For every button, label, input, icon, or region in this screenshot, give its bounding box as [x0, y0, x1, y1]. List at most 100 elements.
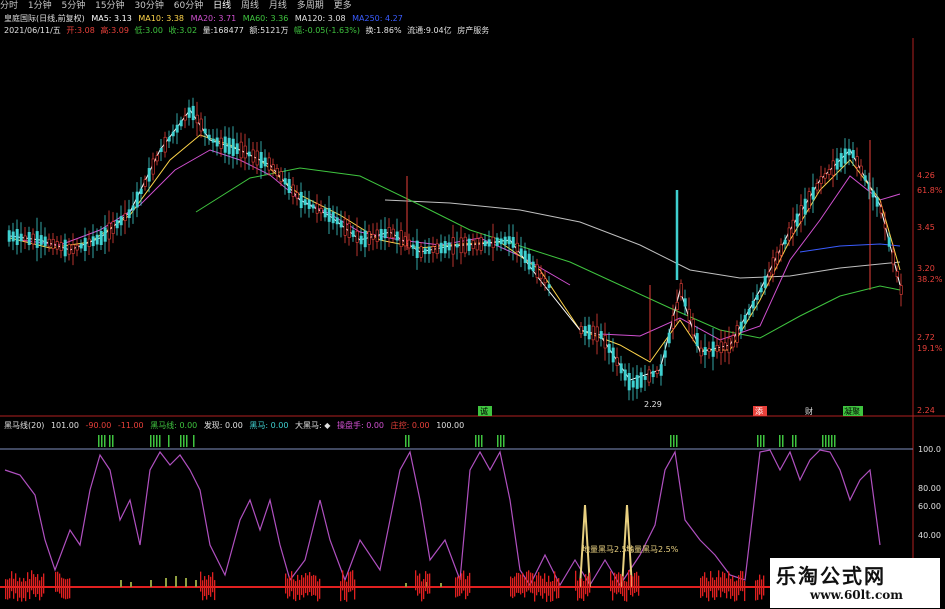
candle-body: [587, 324, 591, 340]
candle-body: [707, 348, 711, 352]
green-tick: [670, 435, 672, 447]
red-bar: [638, 575, 640, 596]
chart-canvas[interactable]: 4.26 61.8% 3.45 3.20 38.2% 2.72 19.1% 2.…: [0, 0, 945, 609]
candle-body: [467, 238, 471, 251]
green-tick: [834, 435, 836, 447]
red-bar: [214, 580, 216, 601]
candle-body: [123, 213, 127, 221]
indicator-axis-label: 40.00: [918, 531, 941, 540]
green-tick: [763, 435, 765, 447]
candle-body: [795, 213, 799, 227]
indicator-value: 庄控: 0.00: [390, 421, 430, 430]
green-tick: [782, 435, 784, 447]
candle-body: [19, 233, 23, 242]
candle-body: [459, 237, 463, 254]
candle-body: [831, 160, 835, 176]
candle-body: [843, 148, 847, 164]
candle-body: [103, 227, 107, 242]
candle-body: [371, 234, 375, 240]
candle-body: [15, 229, 19, 245]
candle-body: [411, 244, 415, 249]
candle-body: [431, 246, 435, 253]
candle-body: [779, 244, 783, 256]
candle-body: [879, 206, 883, 214]
candle-body: [619, 363, 623, 374]
red-bar: [632, 576, 634, 597]
candle-body: [627, 373, 631, 391]
red-bar: [37, 574, 39, 595]
candle-body: [355, 230, 359, 243]
red-bar: [734, 581, 736, 602]
candle-body: [367, 231, 371, 245]
red-bar: [520, 574, 522, 595]
candle-body: [751, 300, 755, 309]
price-axis-label: 4.26: [917, 171, 935, 180]
candle-body: [435, 243, 439, 255]
red-bar: [63, 578, 65, 599]
red-bar: [469, 572, 471, 593]
price-axis-label: 38.2%: [917, 275, 943, 284]
candle-body: [511, 236, 515, 248]
red-bar: [305, 573, 307, 594]
watermark-logo: 乐淘公式网 www.60lt.com: [770, 558, 940, 608]
candle-body: [807, 191, 811, 209]
red-bar: [732, 575, 734, 596]
red-bar: [21, 581, 23, 602]
candle-body: [159, 148, 163, 152]
red-bar: [546, 581, 548, 602]
red-bar: [730, 578, 732, 599]
red-bar: [528, 570, 530, 591]
candle-body: [395, 231, 399, 241]
candle-body: [515, 242, 519, 252]
candle-body: [659, 364, 663, 376]
candle-body: [447, 242, 451, 251]
indicator-value: -11.00: [117, 421, 144, 430]
candle-body: [251, 149, 255, 163]
candle-body: [167, 137, 171, 142]
green-tick: [183, 435, 185, 447]
red-bar: [342, 570, 344, 591]
candle-body: [307, 199, 311, 209]
red-bar: [757, 579, 759, 600]
candle-body: [199, 118, 203, 132]
candle-body: [259, 152, 263, 168]
candle-body: [423, 248, 427, 255]
candle-body: [839, 153, 843, 167]
red-bar: [626, 581, 628, 602]
candle-body: [803, 198, 807, 215]
red-bar: [761, 579, 763, 600]
candle-body: [491, 236, 495, 248]
red-bar: [348, 572, 350, 593]
price-axis-label: 61.8%: [917, 186, 943, 195]
red-bar: [35, 576, 37, 597]
indicator-title[interactable]: 黑马线(20): [4, 421, 44, 430]
red-bar: [554, 571, 556, 592]
watermark-url: www.60lt.com: [810, 588, 903, 602]
candle-body: [195, 114, 199, 124]
red-bar: [583, 580, 585, 601]
candle-body: [79, 243, 83, 249]
red-bar: [516, 572, 518, 593]
candle-body: [671, 315, 675, 329]
red-bar: [720, 577, 722, 598]
red-bar: [575, 570, 577, 591]
candle-body: [231, 138, 235, 156]
candle-body: [543, 278, 547, 284]
candle-body: [363, 230, 367, 248]
red-bar: [31, 570, 33, 591]
candle-body: [823, 173, 827, 179]
candle-body: [519, 248, 523, 256]
green-tick: [478, 435, 480, 447]
green-tick: [828, 435, 830, 447]
red-bar: [419, 573, 421, 594]
red-bar: [610, 571, 612, 592]
candle-body: [759, 287, 763, 293]
indicator-value: 黑马: 0.00: [249, 421, 289, 430]
candle-body: [387, 227, 391, 239]
candle-body: [579, 325, 583, 335]
indicator-axis-label: 100.0: [918, 445, 941, 454]
red-bar: [354, 579, 356, 600]
candle-body: [47, 238, 51, 247]
red-bar: [208, 575, 210, 596]
red-bar: [299, 579, 301, 600]
